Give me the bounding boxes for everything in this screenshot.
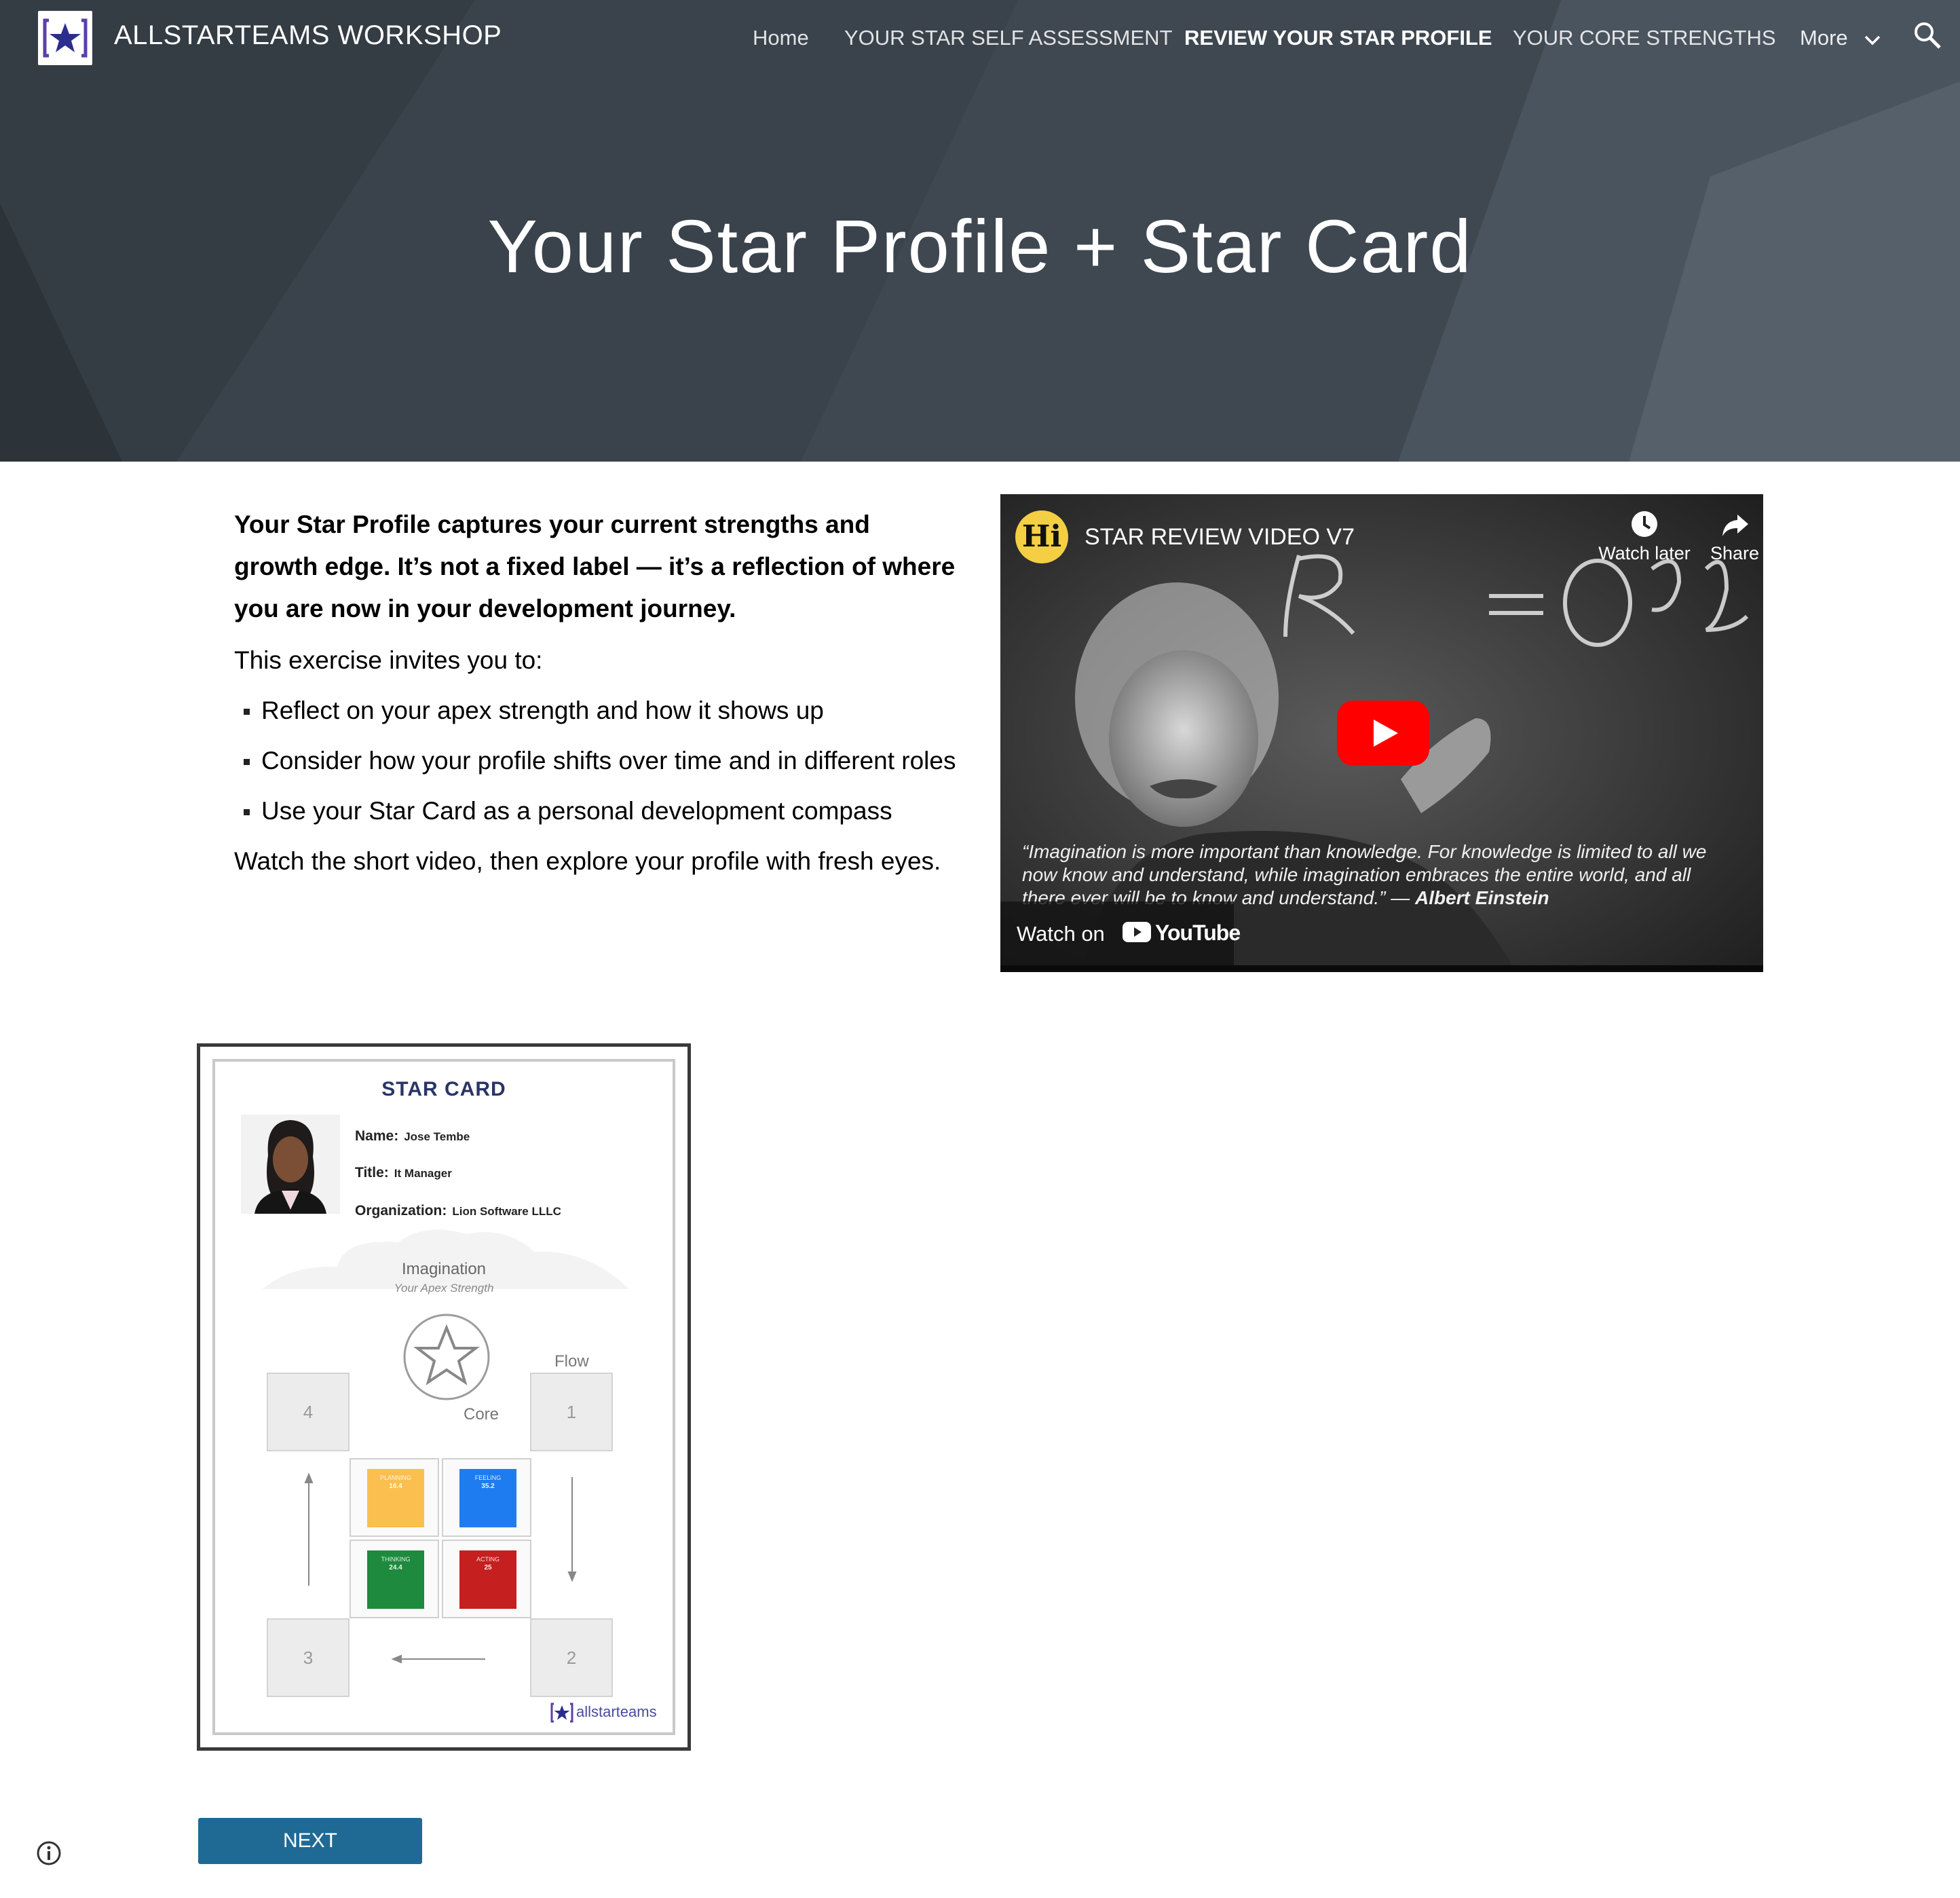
search-icon[interactable]	[1911, 19, 1944, 52]
nav-more-label: More	[1800, 26, 1848, 50]
brand-wordmark: allstarteams	[576, 1702, 657, 1720]
intro-invite: This exercise invites you to:	[234, 646, 543, 674]
quote-author: Albert Einstein	[1414, 887, 1549, 908]
youtube-video-embed[interactable]: Hi STAR REVIEW VIDEO V7 Watch later Shar…	[1000, 494, 1763, 972]
video-quote: “Imagination is more important than know…	[1022, 840, 1728, 910]
clock-icon	[1632, 511, 1657, 537]
video-title[interactable]: STAR REVIEW VIDEO V7	[1085, 524, 1355, 551]
nav-star-self-assessment[interactable]: YOUR STAR SELF ASSESSMENT	[844, 26, 1172, 50]
list-item: Consider how your profile shifts over ti…	[234, 740, 960, 782]
allstarteams-logo-icon	[43, 18, 88, 58]
watch-later-label: Watch later	[1598, 543, 1691, 563]
allstarteams-brand: allstarteams	[550, 1701, 657, 1724]
star-card-image: STAR CARD Name: Jose Tembe Title: It Manag…	[197, 1043, 691, 1751]
page-title: Your Star Profile + Star Card	[487, 205, 1473, 289]
star-card-frame: STAR CARD Name: Jose Tembe Title: It Manag…	[212, 1059, 675, 1735]
share-label: Share	[1710, 543, 1760, 563]
youtube-play-icon[interactable]	[1337, 701, 1429, 766]
nav-more-menu[interactable]: More	[1800, 26, 1881, 50]
video-bottom-bar	[1000, 965, 1763, 972]
intro-text: Your Star Profile captures your current …	[234, 504, 960, 891]
intro-bullet-list: Reflect on your apex strength and how it…	[234, 690, 960, 832]
flow-arrows	[304, 1472, 577, 1664]
share-button[interactable]: Share	[1701, 509, 1763, 564]
next-button[interactable]: NEXT	[198, 1818, 422, 1864]
quote-text: “Imagination is more important than know…	[1022, 841, 1707, 908]
list-item: Reflect on your apex strength and how it…	[234, 690, 960, 732]
channel-avatar[interactable]: Hi	[1015, 510, 1068, 563]
hero-banner: ALLSTARTEAMS WORKSHOP Home YOUR STAR SEL…	[0, 0, 1960, 462]
nav-core-strengths[interactable]: YOUR CORE STRENGTHS	[1513, 26, 1776, 50]
intro-lead: Your Star Profile captures your current …	[234, 510, 956, 622]
share-arrow-icon	[1722, 515, 1748, 536]
site-logo[interactable]	[38, 11, 92, 65]
site-title[interactable]: ALLSTARTEAMS WORKSHOP	[114, 20, 502, 51]
youtube-wordmark: YouTube	[1155, 920, 1241, 945]
nav-review-star-profile[interactable]: REVIEW YOUR STAR PROFILE	[1184, 26, 1492, 50]
watch-on-label: Watch on	[1017, 922, 1105, 946]
youtube-logo-icon	[1123, 922, 1151, 942]
info-icon[interactable]	[35, 1840, 62, 1867]
list-item: Use your Star Card as a personal develop…	[234, 790, 960, 832]
chevron-down-icon	[1864, 35, 1881, 45]
watch-later-button[interactable]: Watch later	[1594, 509, 1695, 564]
allstarteams-logo-icon	[550, 1702, 573, 1723]
intro-closing: Watch the short video, then explore your…	[234, 847, 941, 875]
nav-home[interactable]: Home	[753, 26, 809, 50]
watch-on-youtube-button[interactable]: Watch on YouTube	[1000, 901, 1241, 965]
top-navigation: ALLSTARTEAMS WORKSHOP Home YOUR STAR SEL…	[0, 0, 1960, 79]
